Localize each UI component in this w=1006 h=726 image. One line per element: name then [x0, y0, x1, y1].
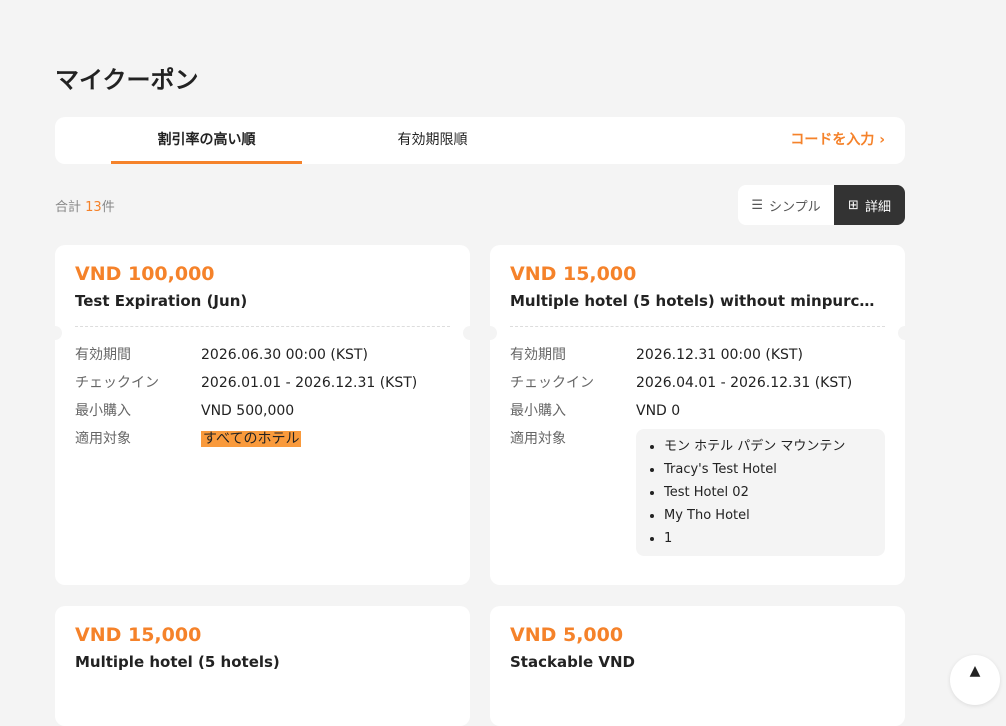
- coupon-card[interactable]: VND 5,000 Stackable VND: [490, 606, 905, 726]
- divider: [75, 326, 450, 327]
- detail-view-button[interactable]: ⊞ 詳細: [834, 185, 905, 225]
- valid-value: 2026.06.30 00:00 (KST): [201, 347, 368, 363]
- label-min: 最小購入: [75, 403, 131, 419]
- coupon-price: VND 5,000: [510, 624, 624, 646]
- list-item: My Tho Hotel: [664, 504, 875, 527]
- coupon-price: VND 15,000: [75, 624, 202, 646]
- coupon-name: Test Expiration (Jun): [75, 292, 248, 310]
- grid-icon: ⊞: [848, 197, 859, 213]
- tab-expiration[interactable]: 有効期限順: [337, 117, 528, 164]
- ticket-notch: [898, 326, 912, 340]
- coupon-name: Multiple hotel (5 hotels) without minpur…: [510, 292, 885, 310]
- label-valid: 有効期間: [510, 347, 566, 363]
- label-checkin: チェックイン: [510, 375, 594, 391]
- enter-code-link[interactable]: コードを入力 ›: [790, 117, 885, 164]
- label-min: 最小購入: [510, 403, 566, 419]
- coupon-card[interactable]: VND 15,000 Multiple hotel (5 hotels) wit…: [490, 245, 905, 585]
- count-number: 13: [85, 200, 102, 215]
- label-target: 適用対象: [75, 431, 131, 447]
- coupon-price: VND 15,000: [510, 263, 637, 285]
- tab-discount-rate[interactable]: 割引率の高い順: [111, 117, 302, 164]
- simple-label: シンプル: [769, 199, 821, 215]
- divider: [510, 326, 885, 327]
- list-item: 1: [664, 527, 875, 550]
- detail-label: 詳細: [864, 199, 891, 215]
- simple-view-button[interactable]: ☰ シンプル: [738, 185, 834, 225]
- count-suffix: 件: [101, 200, 115, 215]
- arrow-up-icon: ▲: [969, 663, 981, 679]
- ticket-notch: [483, 326, 497, 340]
- label-valid: 有効期間: [75, 347, 131, 363]
- coupon-card[interactable]: VND 15,000 Multiple hotel (5 hotels): [55, 606, 470, 726]
- ticket-notch: [48, 326, 62, 340]
- coupon-card[interactable]: VND 100,000 Test Expiration (Jun) 有効期間 20…: [55, 245, 470, 585]
- list-icon: ☰: [751, 197, 764, 213]
- list-item: モン ホテル パデン マウンテン: [664, 435, 875, 458]
- label-checkin: チェックイン: [75, 375, 159, 391]
- view-toggle: ☰ シンプル ⊞ 詳細: [738, 185, 905, 225]
- ticket-notch: [463, 326, 477, 340]
- total-count: 合計 13件: [55, 196, 115, 215]
- coupon-name: Stackable VND: [510, 653, 635, 671]
- page-title: マイクーポン: [55, 66, 199, 94]
- checkin-value: 2026.04.01 - 2026.12.31 (KST): [636, 375, 853, 391]
- hotel-list: モン ホテル パデン マウンテン Tracy's Test Hotel Test…: [636, 429, 885, 556]
- min-value: VND 500,000: [201, 403, 295, 419]
- valid-value: 2026.12.31 00:00 (KST): [636, 347, 803, 363]
- list-item: Test Hotel 02: [664, 481, 875, 504]
- min-value: VND 0: [636, 403, 681, 419]
- list-item: Tracy's Test Hotel: [664, 458, 875, 481]
- count-prefix: 合計: [55, 200, 86, 215]
- label-target: 適用対象: [510, 431, 566, 447]
- scroll-top-button[interactable]: ▲: [950, 655, 1000, 705]
- checkin-value: 2026.01.01 - 2026.12.31 (KST): [201, 375, 418, 391]
- target-value: すべてのホテル: [201, 431, 302, 447]
- coupon-name: Multiple hotel (5 hotels): [75, 653, 280, 671]
- sort-tabs: 割引率の高い順 有効期限順 コードを入力 ›: [55, 117, 905, 164]
- coupon-price: VND 100,000: [75, 263, 215, 285]
